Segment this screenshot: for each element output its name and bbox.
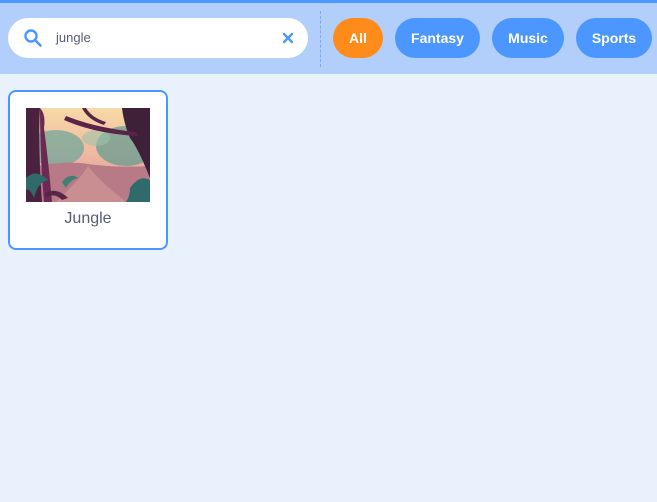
tag-sports-button[interactable]: Sports (576, 18, 652, 58)
tag-fantasy-button[interactable]: Fantasy (395, 18, 480, 58)
backdrop-card-jungle[interactable]: Jungle (8, 90, 168, 250)
jungle-thumbnail (26, 108, 150, 202)
search-box[interactable]: jungle (8, 18, 308, 58)
tag-music-button[interactable]: Music (492, 18, 564, 58)
close-icon[interactable] (280, 30, 296, 46)
filter-bar: jungle All Fantasy Music Sports (0, 3, 657, 74)
search-input[interactable]: jungle (56, 18, 91, 58)
search-icon (23, 28, 43, 48)
tag-all-button[interactable]: All (333, 18, 383, 58)
filter-divider (320, 11, 321, 67)
backdrop-name: Jungle (64, 210, 112, 227)
